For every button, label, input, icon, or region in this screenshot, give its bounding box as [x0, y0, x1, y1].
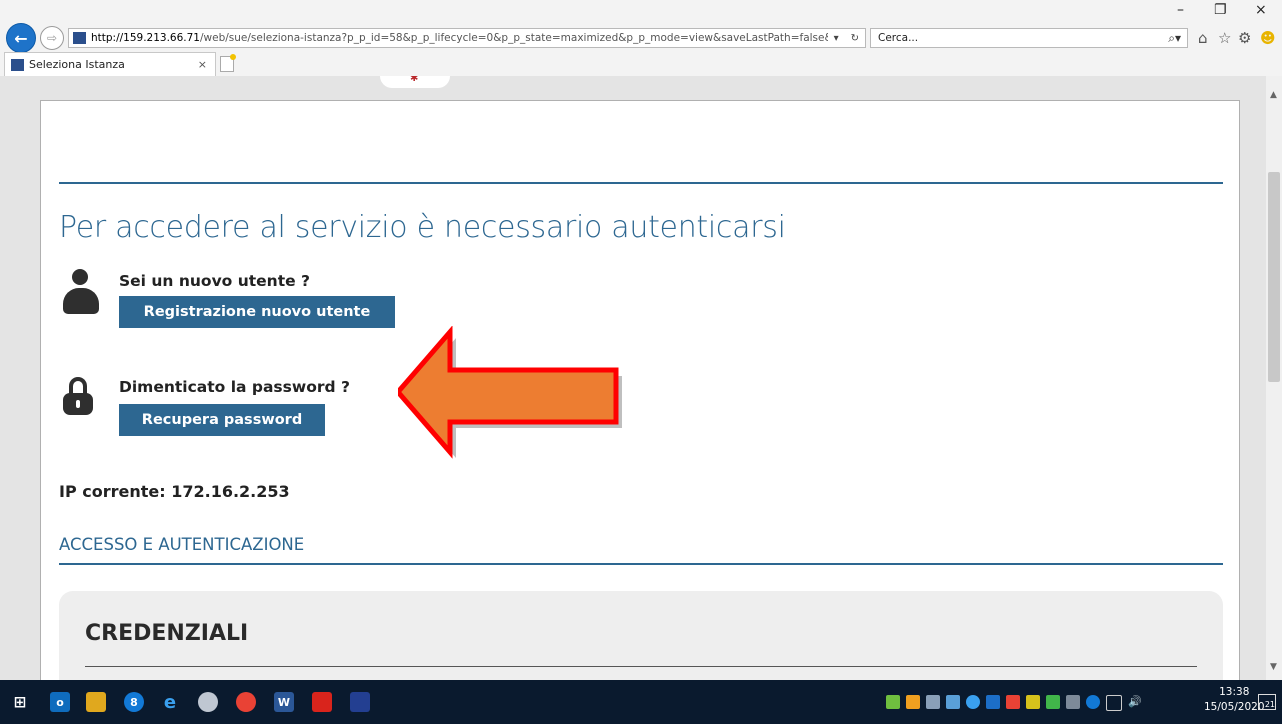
- tray-icon-7[interactable]: [1006, 695, 1020, 709]
- scroll-up-icon[interactable]: ▲: [1270, 90, 1277, 100]
- scroll-down-icon[interactable]: ▼: [1270, 662, 1277, 672]
- tray-icon-4[interactable]: [946, 695, 960, 709]
- restore-button[interactable]: ❐: [1214, 2, 1227, 18]
- recover-password-button[interactable]: Recupera password: [119, 404, 325, 436]
- tray-icon-10[interactable]: [1086, 695, 1100, 709]
- forward-arrow-icon: ⇨: [46, 31, 58, 45]
- outlook-icon[interactable]: o: [50, 692, 70, 712]
- app-blue-icon[interactable]: [350, 692, 370, 712]
- windows-start-icon[interactable]: ⊞: [10, 692, 30, 712]
- remote-desktop-icon[interactable]: [198, 692, 218, 712]
- forgot-password-question: Dimenticato la password ?: [119, 378, 350, 396]
- user-icon: [61, 269, 101, 315]
- tab-title: Seleziona Istanza: [29, 58, 125, 71]
- auth-card: Per accedere al servizio è necessario au…: [40, 100, 1240, 680]
- favorites-star-icon[interactable]: ☆: [1218, 29, 1231, 47]
- clock-date: 15/05/2020: [1204, 701, 1265, 713]
- site-logo: ✱: [380, 76, 450, 88]
- tab-seleziona-istanza[interactable]: Seleziona Istanza ×: [4, 52, 216, 76]
- search-icon[interactable]: ⌕▾: [1168, 31, 1181, 46]
- credentials-title: CREDENZIALI: [85, 621, 249, 646]
- browser-chrome: – ❐ × ← ⇨ http://159.213.66.71/web/sue/s…: [0, 0, 1282, 76]
- page-title: Per accedere al servizio è necessario au…: [59, 210, 786, 245]
- new-user-question: Sei un nuovo utente ?: [119, 272, 311, 290]
- chrome-icon[interactable]: [236, 692, 256, 712]
- minimize-button[interactable]: –: [1177, 2, 1184, 18]
- tab-favicon-icon: [11, 58, 24, 71]
- shield-tray-icon[interactable]: [1046, 695, 1060, 709]
- pdf-reader-icon[interactable]: [312, 692, 332, 712]
- tray-icon-5[interactable]: [966, 695, 980, 709]
- forward-button[interactable]: ⇨: [40, 26, 64, 50]
- app-icon[interactable]: 8: [124, 692, 144, 712]
- close-window-button[interactable]: ×: [1255, 2, 1267, 18]
- word-icon[interactable]: W: [274, 692, 294, 712]
- windows-taskbar: ⊞ o 8 e W 🔊 13:38 15/05/2020 21: [0, 680, 1282, 724]
- clock-time: 13:38: [1219, 686, 1250, 698]
- smiley-feedback-icon[interactable]: ☻: [1260, 29, 1276, 47]
- logo-emblem-icon: ✱: [410, 76, 419, 84]
- page-viewport: ✱ Per accedere al servizio è necessario …: [0, 76, 1266, 680]
- internet-explorer-icon[interactable]: e: [160, 692, 180, 713]
- search-box[interactable]: ⌕▾: [870, 28, 1188, 48]
- credentials-panel: CREDENZIALI: [59, 591, 1223, 680]
- address-bar[interactable]: http://159.213.66.71/web/sue/seleziona-i…: [68, 28, 866, 48]
- lock-icon: [63, 377, 93, 417]
- notification-count: 21: [1264, 700, 1275, 709]
- settings-gear-icon[interactable]: ⚙: [1238, 29, 1251, 47]
- access-section-heading: ACCESSO E AUTENTICAZIONE: [59, 535, 305, 554]
- dropdown-icon[interactable]: ▾: [834, 33, 839, 44]
- tray-icon-6[interactable]: [986, 695, 1000, 709]
- annotation-arrow-icon: [398, 326, 622, 459]
- volume-icon[interactable]: 🔊: [1128, 695, 1142, 709]
- credentials-divider: [85, 666, 1197, 667]
- top-divider: [59, 182, 1223, 184]
- current-ip: IP corrente: 172.16.2.253: [59, 482, 290, 501]
- tray-icon-2[interactable]: [906, 695, 920, 709]
- tab-close-icon[interactable]: ×: [198, 58, 207, 71]
- search-input[interactable]: [876, 31, 1169, 45]
- tray-icon-9[interactable]: [1066, 695, 1080, 709]
- tray-icon-1[interactable]: [886, 695, 900, 709]
- access-divider: [59, 563, 1223, 565]
- tray-icon-3[interactable]: [926, 695, 940, 709]
- file-explorer-icon[interactable]: [86, 692, 106, 712]
- refresh-icon[interactable]: ↻: [851, 33, 859, 44]
- new-tab-button[interactable]: [220, 54, 236, 72]
- back-button[interactable]: ←: [6, 23, 36, 53]
- site-favicon-icon: [73, 32, 86, 44]
- tray-icon-8[interactable]: [1026, 695, 1040, 709]
- network-icon[interactable]: [1106, 695, 1122, 711]
- system-clock[interactable]: 13:38 15/05/2020: [1204, 685, 1265, 715]
- vertical-scrollbar[interactable]: ▲ ▼: [1266, 76, 1282, 680]
- scrollbar-thumb[interactable]: [1268, 172, 1280, 382]
- home-icon[interactable]: ⌂: [1198, 29, 1208, 47]
- register-new-user-button[interactable]: Registrazione nuovo utente: [119, 296, 395, 328]
- notification-center-icon[interactable]: 21: [1258, 694, 1276, 710]
- back-arrow-icon: ←: [14, 28, 28, 48]
- address-url[interactable]: http://159.213.66.71/web/sue/seleziona-i…: [91, 32, 828, 44]
